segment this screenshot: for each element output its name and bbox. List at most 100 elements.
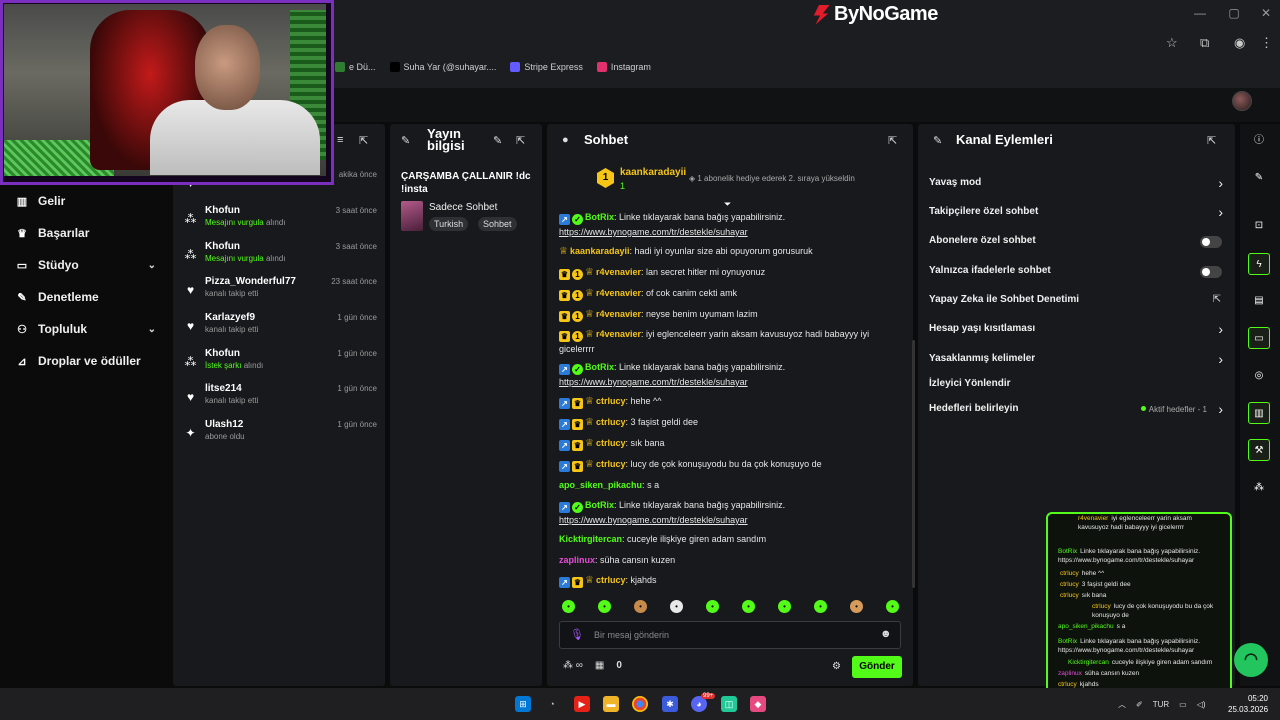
event-user[interactable]: Ulash12 [205, 419, 243, 430]
action-yasaklanmış-kelimeler[interactable]: Yasaklanmış kelimeler › [929, 351, 1225, 369]
action-yapay-zeka-ile-sohbet-denetimi[interactable]: Yapay Zeka ile Sohbet Denetimi ⇱ [929, 294, 1225, 310]
sidebar-item-topluluk[interactable]: ⚇ Topluluk ⌄ [0, 313, 172, 345]
emote-icon[interactable]: • [562, 600, 575, 613]
send-button[interactable]: Gönder [852, 656, 902, 678]
extensions-icon[interactable]: ⧉ [1200, 35, 1209, 51]
pen-icon[interactable]: ✐ [1136, 700, 1143, 709]
event-user[interactable]: Khofun [205, 241, 240, 252]
event-user[interactable]: Pizza_Wonderful77 [205, 276, 296, 287]
speed-icon[interactable]: ◔ [544, 696, 560, 712]
menu-icon[interactable]: ⋮ [1260, 35, 1273, 51]
bookmark-item[interactable]: e Dü... [335, 62, 376, 72]
star-icon[interactable]: ☆ [1166, 35, 1178, 51]
toggle-switch[interactable] [1200, 236, 1222, 248]
popout-icon[interactable]: ⇱ [888, 134, 897, 147]
screenshot-icon[interactable]: ⊡ [1248, 215, 1270, 237]
lightning-icon[interactable]: ϟ [1248, 253, 1270, 275]
emote-icon[interactable]: • [598, 600, 611, 613]
tag-chip[interactable]: Sohbet [478, 217, 517, 231]
collapse-chevron-icon[interactable]: ⏷ [724, 199, 731, 210]
toggle-switch[interactable] [1200, 266, 1222, 278]
mic-icon[interactable]: 🎙 [570, 628, 584, 641]
support-fab-icon[interactable]: ◠ [1234, 643, 1268, 677]
chevron-right-icon[interactable]: › [1218, 351, 1223, 367]
chrome-icon[interactable] [632, 696, 648, 712]
chat-username[interactable]: ctrlucy [596, 459, 626, 469]
edit-icon[interactable]: ✎ [1248, 167, 1270, 189]
chat-username[interactable]: r4venavier [596, 309, 641, 319]
points-icon[interactable]: ⁂ ∞ [563, 660, 583, 671]
chat-username[interactable]: apo_siken_pikachu [559, 480, 642, 490]
event-user[interactable]: Khofun [205, 205, 240, 216]
chat-link[interactable]: https://www.bynogame.com/tr/destekle/suh… [559, 377, 748, 387]
youtube-icon[interactable]: ▶ [574, 696, 590, 712]
chat-username[interactable]: BotRix [585, 362, 614, 372]
action-hedefleri-belirleyin[interactable]: Hedefleri belirleyin › Aktif hedefler - 1 [929, 401, 1225, 419]
site-logo[interactable]: ByNoGame [812, 3, 938, 26]
app-icon[interactable]: ◫ [721, 696, 737, 712]
chat-username[interactable]: ctrlucy [596, 575, 626, 585]
chat-username[interactable]: BotRix [585, 212, 614, 222]
category-name[interactable]: Sadece Sohbet [429, 202, 497, 213]
profile-icon[interactable]: ◉ [1234, 35, 1245, 51]
chat-username[interactable]: kaankaradayii [570, 246, 630, 256]
user-avatar[interactable] [1232, 91, 1252, 111]
volume-icon[interactable]: ◁) [1197, 700, 1206, 709]
chevron-down-icon[interactable]: ⌄ [148, 324, 156, 335]
gift-icon[interactable]: ▦ [595, 660, 604, 671]
emote-icon[interactable]: • [634, 600, 647, 613]
chat-username[interactable]: r4venavier [596, 267, 641, 277]
chat-scrollbar[interactable] [912, 340, 915, 588]
gear-icon[interactable]: ⚙ [832, 661, 841, 672]
sidebar-item-gelir[interactable]: ▥ Gelir [0, 185, 172, 217]
chat-username[interactable]: r4venavier [596, 288, 641, 298]
chat-link[interactable]: https://www.bynogame.com/tr/destekle/suh… [559, 515, 748, 525]
popout-icon[interactable]: ⇱ [516, 134, 525, 147]
monitor-icon[interactable]: ▭ [1179, 700, 1187, 709]
chat-username[interactable]: ctrlucy [596, 438, 626, 448]
language-indicator[interactable]: TUR [1153, 700, 1169, 709]
sidebar-item-başarılar[interactable]: ♛ Başarılar [0, 217, 172, 249]
chat-username[interactable]: r4venavier [596, 329, 641, 339]
emote-icon[interactable]: • [886, 600, 899, 613]
maximize-icon[interactable]: ▢ [1224, 6, 1244, 20]
external-link-icon[interactable]: ⇱ [1213, 294, 1221, 305]
folder-icon[interactable]: ▬ [603, 696, 619, 712]
minimize-icon[interactable]: — [1190, 6, 1210, 20]
chat-username[interactable]: ctrlucy [596, 396, 626, 406]
emote-icon[interactable]: • [670, 600, 683, 613]
chevron-right-icon[interactable]: › [1218, 321, 1223, 337]
chat-link[interactable]: https://www.bynogame.com/tr/destekle/suh… [559, 227, 748, 237]
action-yalnızca-ifadelerle-sohbet[interactable]: Yalnızca ifadelerle sohbet [929, 265, 1225, 281]
emote-icon[interactable]: • [814, 600, 827, 613]
server-icon[interactable]: ▥ [1248, 402, 1270, 424]
chat-icon[interactable]: ▭ [1248, 327, 1270, 349]
action-abonelere-özel-sohbet[interactable]: Abonelere özel sohbet [929, 235, 1225, 251]
document-icon[interactable]: ▤ [1248, 290, 1270, 312]
chat-username[interactable]: zaplinux [559, 555, 595, 565]
info-icon[interactable]: ⓘ [1248, 130, 1270, 152]
emoji-icon[interactable]: ☻ [880, 628, 892, 640]
chevron-right-icon[interactable]: › [1218, 401, 1223, 417]
game-icon[interactable]: ◆ [750, 696, 766, 712]
address-bar[interactable] [335, 29, 1280, 55]
chat-username[interactable]: Kicktirgitercan [559, 534, 622, 544]
chat-username[interactable]: ctrlucy [596, 417, 626, 427]
action-takipçilere-özel-sohbet[interactable]: Takipçilere özel sohbet › [929, 204, 1225, 222]
chevron-down-icon[interactable]: ⌄ [148, 260, 156, 271]
sidebar-item-denetleme[interactable]: ✎ Denetleme [0, 281, 172, 313]
chat-username[interactable]: BotRix [585, 500, 614, 510]
emote-icon[interactable]: • [778, 600, 791, 613]
action-yavaş-mod[interactable]: Yavaş mod › [929, 175, 1225, 193]
sidebar-item-droplar[interactable]: ⊿ Droplar ve ödüller [0, 345, 172, 377]
popout-icon[interactable]: ⇱ [1207, 134, 1216, 147]
event-user[interactable]: Karlazyef9 [205, 312, 255, 323]
broadcast-icon[interactable]: ◎ [1248, 365, 1270, 387]
chevron-right-icon[interactable]: › [1218, 175, 1223, 191]
emote-icon[interactable]: • [706, 600, 719, 613]
tag-chip[interactable]: Turkish [429, 217, 469, 231]
sidebar-item-stüdyo[interactable]: ▭ Stüdyo ⌄ [0, 249, 172, 281]
chevron-up-icon[interactable]: ︿ [1118, 699, 1126, 710]
action-i-zleyici-yönlendir[interactable]: İzleyici Yönlendir [929, 378, 1225, 394]
points-icon[interactable]: ⁂ [1248, 477, 1270, 499]
